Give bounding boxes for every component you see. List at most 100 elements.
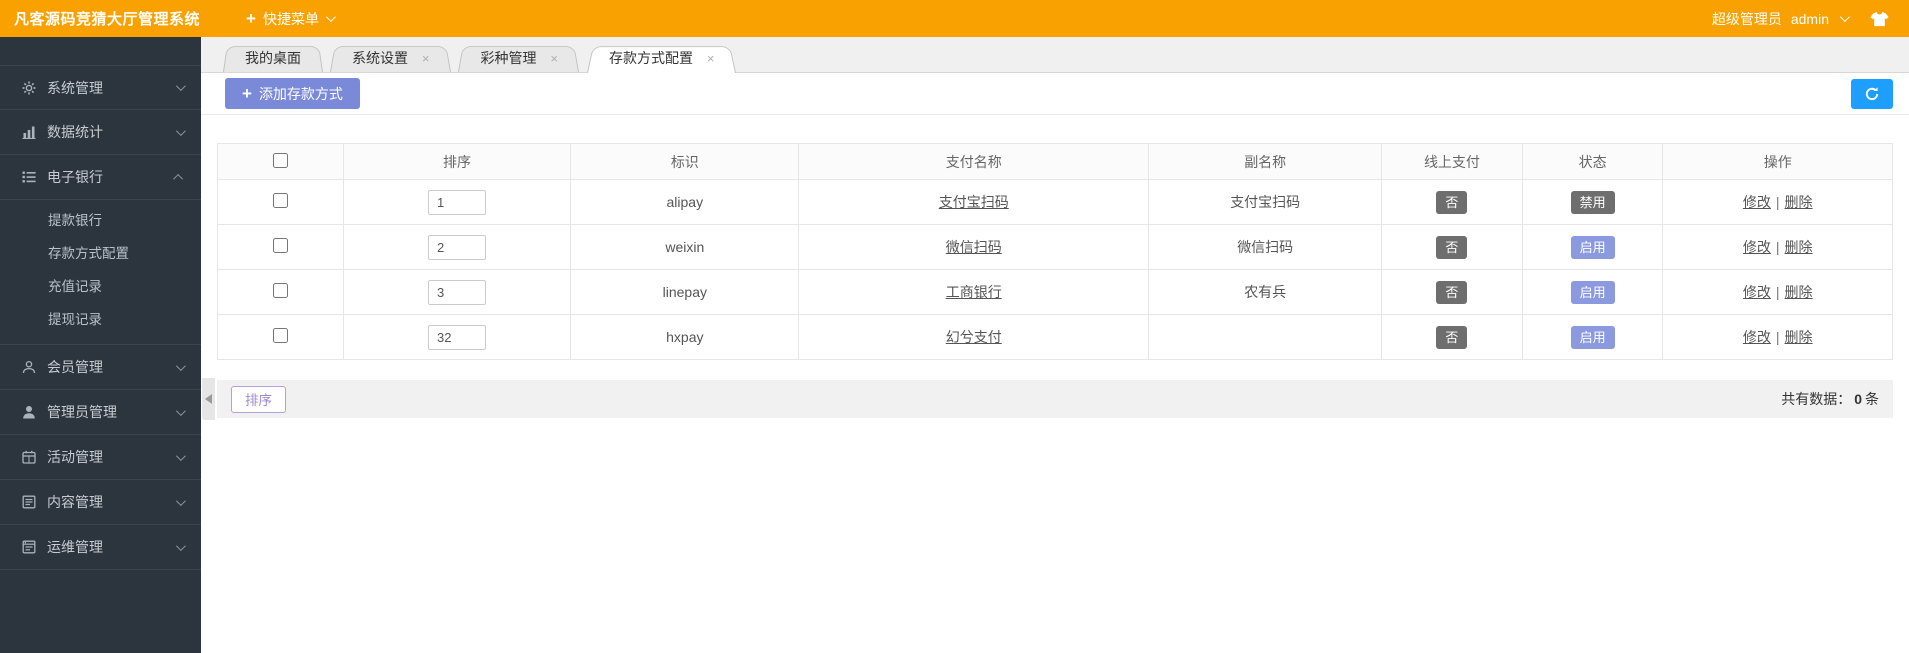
gear-icon bbox=[20, 81, 38, 95]
table-row: hxpay 幻兮支付 否 启用 修改| 删除 bbox=[217, 314, 1893, 360]
total-label: 共有数据： bbox=[1781, 391, 1852, 407]
sidebar-item-ops[interactable]: 运维管理 bbox=[0, 525, 201, 570]
tab-label: 我的桌面 bbox=[245, 50, 301, 66]
table-header-row: 排序 标识 支付名称 副名称 线上支付 状态 操作 bbox=[217, 143, 1893, 180]
table-row: weixin 微信扫码 微信扫码 否 启用 修改| 删除 bbox=[217, 224, 1893, 270]
sort-input[interactable] bbox=[428, 279, 487, 305]
status-badge[interactable]: 启用 bbox=[1570, 325, 1615, 349]
sidebar-item-recharge-records[interactable]: 充值记录 bbox=[0, 270, 201, 303]
close-icon[interactable]: × bbox=[422, 51, 430, 66]
pay-name-link[interactable]: 微信扫码 bbox=[946, 239, 1002, 255]
header-sub-name: 副名称 bbox=[1148, 143, 1383, 180]
chevron-down-icon bbox=[175, 360, 186, 371]
header-identifier: 标识 bbox=[570, 143, 800, 180]
chevron-down-icon bbox=[175, 540, 186, 551]
username-menu[interactable]: admin bbox=[1791, 11, 1829, 27]
header-online-pay: 线上支付 bbox=[1381, 143, 1523, 180]
sort-button[interactable]: 排序 bbox=[231, 385, 286, 413]
action-separator: | bbox=[1775, 284, 1780, 300]
chevron-down-icon bbox=[175, 405, 186, 416]
chevron-down-icon bbox=[175, 495, 186, 506]
sidebar-item-label: 管理员管理 bbox=[47, 404, 117, 420]
delete-link[interactable]: 删除 bbox=[1785, 239, 1813, 255]
add-deposit-method-button[interactable]: 添加存款方式 bbox=[225, 78, 360, 109]
sidebar-item-content[interactable]: 内容管理 bbox=[0, 480, 201, 525]
refresh-icon bbox=[1865, 87, 1879, 101]
online-pay-badge[interactable]: 否 bbox=[1436, 235, 1468, 259]
tab-deposit-method-config[interactable]: 存款方式配置 × bbox=[587, 44, 736, 73]
refresh-button[interactable] bbox=[1851, 79, 1893, 109]
action-separator: | bbox=[1775, 239, 1780, 255]
tab-label: 存款方式配置 bbox=[608, 50, 693, 66]
identifier-cell: hxpay bbox=[570, 314, 800, 360]
sidebar-item-label: 活动管理 bbox=[47, 449, 103, 465]
sidebar-item-withdraw-bank[interactable]: 提款银行 bbox=[0, 204, 201, 237]
sidebar-item-label: 系统管理 bbox=[47, 79, 103, 96]
select-all-checkbox[interactable] bbox=[272, 152, 288, 168]
online-pay-badge[interactable]: 否 bbox=[1436, 325, 1468, 349]
header-pay-name: 支付名称 bbox=[798, 143, 1150, 180]
theme-shirt-icon[interactable] bbox=[1870, 11, 1889, 27]
chevron-down-icon bbox=[325, 12, 336, 23]
toolbar: 添加存款方式 bbox=[201, 73, 1909, 115]
list-icon bbox=[20, 170, 38, 184]
header-checkbox-cell bbox=[217, 143, 344, 180]
plus-icon bbox=[246, 10, 256, 27]
close-icon[interactable]: × bbox=[550, 51, 558, 66]
sidebar-item-ebank[interactable]: 电子银行 bbox=[0, 155, 201, 200]
user-solid-icon bbox=[20, 405, 38, 419]
chevron-down-icon[interactable] bbox=[1839, 12, 1850, 23]
sidebar-item-members[interactable]: 会员管理 bbox=[0, 345, 201, 390]
pay-name-link[interactable]: 工商银行 bbox=[946, 284, 1002, 300]
sort-input[interactable] bbox=[428, 189, 487, 215]
row-checkbox[interactable] bbox=[272, 283, 288, 298]
sidebar-collapse-handle[interactable] bbox=[202, 378, 215, 420]
pay-name-link[interactable]: 幻兮支付 bbox=[946, 329, 1002, 345]
row-checkbox[interactable] bbox=[272, 193, 288, 208]
online-pay-badge[interactable]: 否 bbox=[1436, 280, 1468, 304]
sidebar-item-system[interactable]: 系统管理 bbox=[0, 65, 201, 110]
action-separator: | bbox=[1775, 194, 1780, 210]
online-pay-badge[interactable]: 否 bbox=[1436, 190, 1468, 214]
total-count-value: 0 bbox=[1854, 391, 1862, 407]
sidebar-item-deposit-method-config[interactable]: 存款方式配置 bbox=[0, 237, 201, 270]
sort-input[interactable] bbox=[428, 234, 487, 260]
sidebar: 系统管理 数据统计 电子银行 提款银行 存款方式配置 充值记录 提现记录 会员管… bbox=[0, 37, 201, 653]
modify-link[interactable]: 修改 bbox=[1743, 329, 1771, 345]
status-badge[interactable]: 启用 bbox=[1570, 280, 1615, 304]
sidebar-item-label: 数据统计 bbox=[47, 124, 103, 140]
sidebar-item-label: 内容管理 bbox=[47, 494, 103, 510]
sidebar-item-activities[interactable]: 活动管理 bbox=[0, 435, 201, 480]
modify-link[interactable]: 修改 bbox=[1743, 239, 1771, 255]
pay-name-link[interactable]: 支付宝扫码 bbox=[939, 194, 1009, 210]
modify-link[interactable]: 修改 bbox=[1743, 194, 1771, 210]
chevron-up-icon bbox=[173, 173, 184, 184]
quick-menu-button[interactable]: 快捷菜单 bbox=[246, 9, 336, 29]
sidebar-item-statistics[interactable]: 数据统计 bbox=[0, 110, 201, 155]
deposit-method-table-wrap: 排序 标识 支付名称 副名称 线上支付 状态 操作 alipay 支付宝扫码 支… bbox=[217, 143, 1893, 360]
user-role-label: 超级管理员 bbox=[1711, 10, 1782, 27]
tab-my-desktop[interactable]: 我的桌面 bbox=[223, 44, 323, 72]
tab-system-settings[interactable]: 系统设置 × bbox=[330, 44, 451, 72]
calendar-icon bbox=[20, 450, 38, 464]
modify-link[interactable]: 修改 bbox=[1743, 284, 1771, 300]
sidebar-item-admins[interactable]: 管理员管理 bbox=[0, 390, 201, 435]
row-checkbox[interactable] bbox=[272, 328, 288, 343]
header-status: 状态 bbox=[1521, 143, 1664, 180]
chevron-down-icon bbox=[175, 125, 186, 136]
delete-link[interactable]: 删除 bbox=[1785, 194, 1813, 210]
status-badge[interactable]: 禁用 bbox=[1570, 190, 1615, 214]
status-badge[interactable]: 启用 bbox=[1570, 235, 1615, 259]
sort-input[interactable] bbox=[428, 324, 487, 350]
sidebar-item-withdraw-records[interactable]: 提现记录 bbox=[0, 303, 201, 336]
chevron-down-icon bbox=[175, 81, 186, 92]
delete-link[interactable]: 删除 bbox=[1785, 284, 1813, 300]
tab-lottery-management[interactable]: 彩种管理 × bbox=[458, 44, 579, 72]
delete-link[interactable]: 删除 bbox=[1785, 329, 1813, 345]
table-row: linepay 工商银行 农有兵 否 启用 修改| 删除 bbox=[217, 269, 1893, 315]
row-checkbox[interactable] bbox=[272, 238, 288, 253]
tab-label: 彩种管理 bbox=[480, 50, 537, 66]
table-row: alipay 支付宝扫码 支付宝扫码 否 禁用 修改| 删除 bbox=[217, 179, 1893, 225]
action-separator: | bbox=[1775, 329, 1780, 345]
close-icon[interactable]: × bbox=[707, 51, 715, 66]
